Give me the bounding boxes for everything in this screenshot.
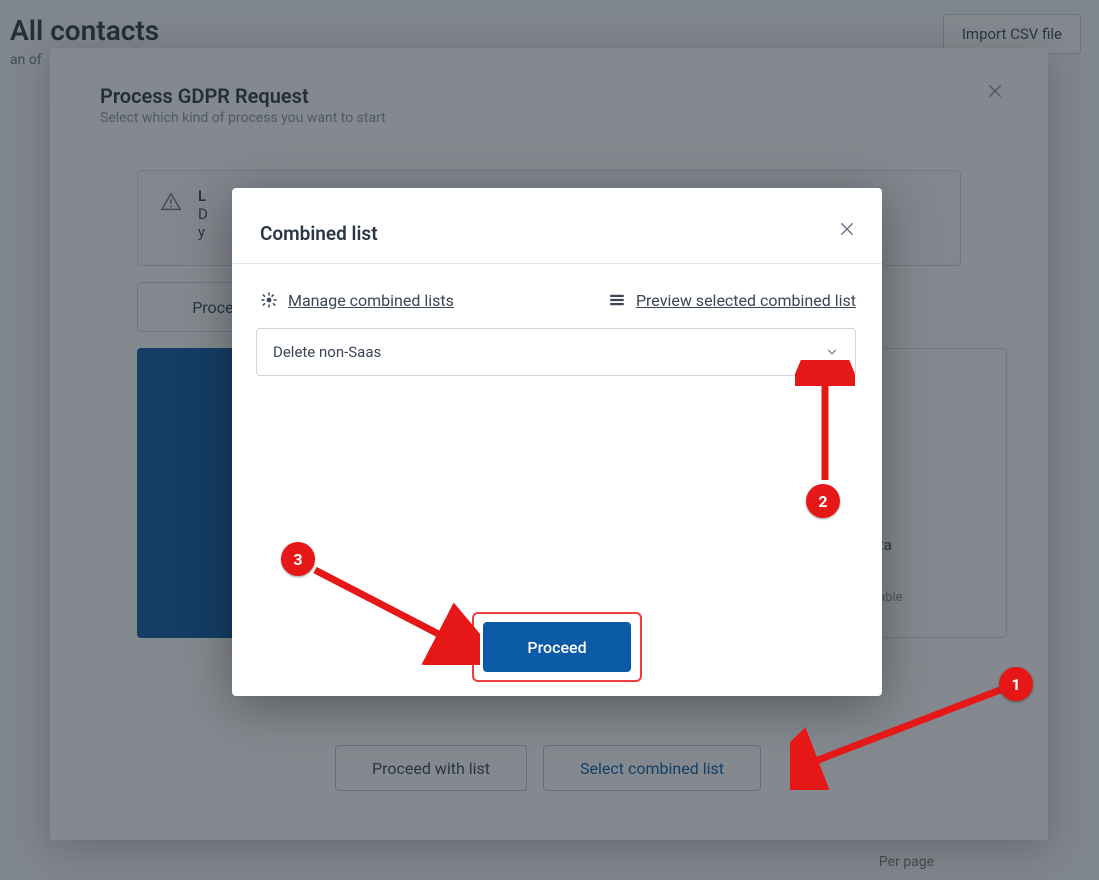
dropdown-value: Delete non-Saas bbox=[273, 343, 381, 361]
combined-list-modal: Combined list Manage combined lists Prev… bbox=[232, 188, 882, 696]
combined-list-dropdown[interactable]: Delete non-Saas bbox=[256, 328, 856, 376]
preview-combined-list-link[interactable]: Preview selected combined list bbox=[608, 291, 856, 310]
annotation-badge-1: 1 bbox=[999, 667, 1033, 701]
combined-list-close-button[interactable] bbox=[838, 220, 856, 238]
chevron-down-icon bbox=[825, 345, 839, 359]
links-row: Manage combined lists Preview selected c… bbox=[260, 286, 856, 314]
manage-link-text: Manage combined lists bbox=[288, 291, 454, 310]
manage-combined-lists-link[interactable]: Manage combined lists bbox=[260, 291, 454, 310]
annotation-badge-3: 3 bbox=[281, 542, 315, 576]
annotation-badge-2: 2 bbox=[806, 484, 840, 518]
gear-icon bbox=[260, 291, 278, 309]
proceed-highlight: Proceed bbox=[472, 612, 642, 682]
proceed-button[interactable]: Proceed bbox=[483, 622, 631, 672]
combined-list-title: Combined list bbox=[260, 222, 378, 245]
combined-list-header: Combined list bbox=[232, 188, 882, 264]
close-icon bbox=[838, 220, 856, 238]
list-icon bbox=[608, 291, 626, 309]
preview-link-text: Preview selected combined list bbox=[636, 291, 856, 310]
